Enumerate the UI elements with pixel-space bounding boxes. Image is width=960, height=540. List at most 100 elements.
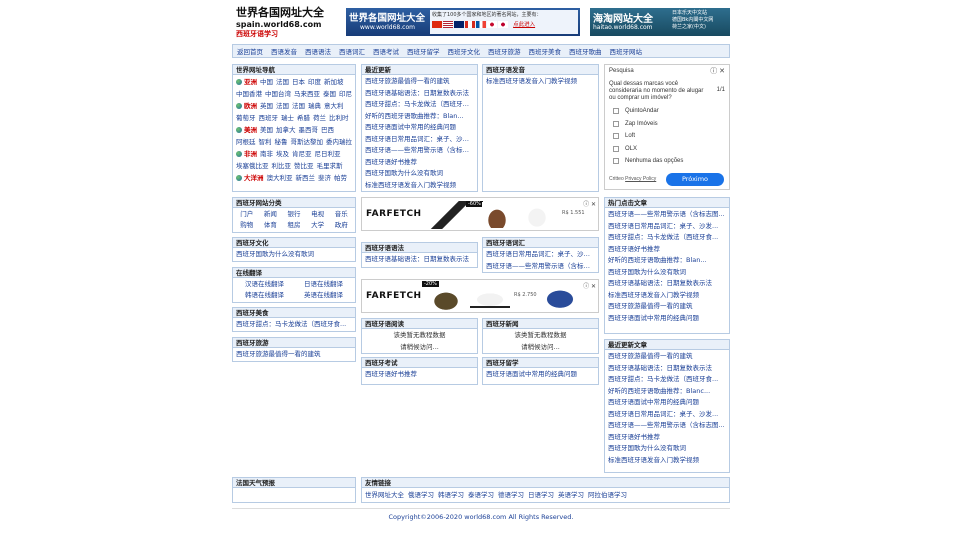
food-link[interactable]: 西班牙甜点：马卡龙做法（西班牙食... xyxy=(236,319,352,331)
translate-chinese[interactable]: 汉语在线翻译 xyxy=(235,279,294,290)
region-name[interactable]: 美洲 xyxy=(244,124,257,136)
category-rental[interactable]: 租房 xyxy=(282,220,306,231)
nav-item-websites[interactable]: 西班牙网站 xyxy=(606,46,647,56)
hot-article-link[interactable]: 西班牙甜点：马卡龙做法（西班牙食... xyxy=(608,232,726,244)
category-bank[interactable]: 银行 xyxy=(282,209,306,220)
nav-item-home[interactable]: 返回首页 xyxy=(233,46,267,56)
country-link[interactable]: 美国 xyxy=(260,124,273,136)
hot-article-link[interactable]: 好听的西班牙语歌曲推荐：Blan... xyxy=(608,255,726,267)
country-link[interactable]: 中国台湾 xyxy=(265,88,291,100)
country-link[interactable]: 帕劳 xyxy=(334,172,347,184)
recent-article-link[interactable]: 西班牙语好书推荐 xyxy=(608,432,726,444)
category-news[interactable]: 新闻 xyxy=(259,209,283,220)
friend-link[interactable]: 韩语学习 xyxy=(438,489,464,499)
world68-banner[interactable]: 世界各国网址大全 www.world68.com 收集了100多个国家和地区的著… xyxy=(346,8,580,36)
pronunciation-link[interactable]: 标准西班牙语发音入门教学视频 xyxy=(486,76,595,88)
hot-article-link[interactable]: 西班牙语好书推荐 xyxy=(608,244,726,256)
country-link[interactable]: 墨西哥 xyxy=(299,124,319,136)
country-link[interactable]: 比利时 xyxy=(329,112,349,124)
recent-article-link[interactable]: 西班牙语面试中常用的经典问题 xyxy=(608,397,726,409)
latest-article-link[interactable]: 西班牙语——些常用警示语（含标志图... xyxy=(365,145,474,157)
hot-article-link[interactable]: 西班牙旅游最值得一看的建筑 xyxy=(608,301,726,313)
survey-option-quintoandar[interactable]: QuintoAndar xyxy=(605,105,729,118)
survey-option-olx[interactable]: OLX xyxy=(605,143,729,156)
country-link[interactable]: 泰国 xyxy=(323,88,336,100)
country-link[interactable]: 埃及 xyxy=(276,148,289,160)
category-sports[interactable]: 体育 xyxy=(259,220,283,231)
latest-article-link[interactable]: 西班牙语好书推荐 xyxy=(365,157,474,169)
country-link[interactable]: 尼日利亚 xyxy=(315,148,341,160)
nav-item-grammar[interactable]: 西语语法 xyxy=(301,46,335,56)
country-link[interactable]: 法国 xyxy=(276,100,289,112)
country-link[interactable]: 智利 xyxy=(259,136,272,148)
country-link[interactable]: 印尼 xyxy=(339,88,352,100)
study-link[interactable]: 西班牙语面试中常用的经典问题 xyxy=(486,369,595,381)
banner1-link[interactable]: 点此进入 xyxy=(513,22,535,28)
culture-link[interactable]: 西班牙国歌为什么没有歌词 xyxy=(236,249,352,261)
exam-link[interactable]: 西班牙语好书推荐 xyxy=(365,369,474,381)
nav-item-study-abroad[interactable]: 西班牙留学 xyxy=(403,46,444,56)
country-link[interactable]: 荷兰 xyxy=(313,112,326,124)
translate-korean[interactable]: 韩语在线翻译 xyxy=(235,290,294,301)
checkbox-icon[interactable] xyxy=(613,158,619,165)
ad-close-icon[interactable]: ⓘ ✕ xyxy=(583,199,596,208)
nav-item-pronunciation[interactable]: 西语发音 xyxy=(267,46,301,56)
country-link[interactable]: 日本 xyxy=(292,76,305,88)
country-link[interactable]: 葡萄牙 xyxy=(236,112,256,124)
translate-japanese[interactable]: 日语在线翻译 xyxy=(294,279,353,290)
friend-link[interactable]: 阿拉伯语学习 xyxy=(588,489,627,499)
recent-article-link[interactable]: 西班牙旅游最值得一看的建筑 xyxy=(608,351,726,363)
category-tv[interactable]: 电视 xyxy=(306,209,330,220)
category-university[interactable]: 大学 xyxy=(306,220,330,231)
latest-article-link[interactable]: 好听的西班牙语歌曲推荐：Blan... xyxy=(365,111,474,123)
country-link[interactable]: 中国香港 xyxy=(236,88,262,100)
recent-article-link[interactable]: 西班牙国歌为什么没有歌词 xyxy=(608,443,726,455)
survey-next-button[interactable]: Próximo xyxy=(666,173,724,186)
nav-item-culture[interactable]: 西班牙文化 xyxy=(444,46,485,56)
friend-link[interactable]: 英语学习 xyxy=(558,489,584,499)
region-name[interactable]: 非洲 xyxy=(244,148,257,160)
country-link[interactable]: 瑞士 xyxy=(281,112,294,124)
category-shopping[interactable]: 购物 xyxy=(235,220,259,231)
friend-link[interactable]: 俄语学习 xyxy=(408,489,434,499)
nav-item-food[interactable]: 西班牙美食 xyxy=(525,46,566,56)
country-link[interactable]: 意大利 xyxy=(324,100,344,112)
country-link[interactable]: 法国 xyxy=(292,100,305,112)
recent-article-link[interactable]: 好听的西班牙语歌曲推荐：Blanc... xyxy=(608,386,726,398)
latest-article-link[interactable]: 西班牙国歌为什么没有歌词 xyxy=(365,168,474,180)
country-link[interactable]: 肯尼亚 xyxy=(292,148,312,160)
latest-article-link[interactable]: 西班牙甜点：马卡龙做法（西班牙食... xyxy=(365,99,474,111)
latest-article-link[interactable]: 西班牙旅游最值得一看的建筑 xyxy=(365,76,474,88)
region-name[interactable]: 欧洲 xyxy=(244,100,257,112)
hot-article-link[interactable]: 西班牙语基础语法：日期复数表示法 xyxy=(608,278,726,290)
checkbox-icon[interactable] xyxy=(613,133,619,140)
haitao-banner[interactable]: 海淘网站大全 haitao.world68.com 日本乐天中文站 德国Bk内閣… xyxy=(590,8,730,36)
country-link[interactable]: 英国 xyxy=(260,100,273,112)
recent-article-link[interactable]: 西班牙语日常用品词汇：桌子、沙发... xyxy=(608,409,726,421)
recent-article-link[interactable]: 西班牙甜点：马卡龙做法（西班牙食... xyxy=(608,374,726,386)
friend-link[interactable]: 泰语学习 xyxy=(468,489,494,499)
privacy-policy-link[interactable]: Privacy Policy xyxy=(625,176,656,182)
country-link[interactable]: 利比亚 xyxy=(272,160,292,172)
region-name[interactable]: 大洋洲 xyxy=(244,172,264,184)
country-link[interactable]: 新西兰 xyxy=(296,172,316,184)
latest-article-link[interactable]: 西班牙语基础语法：日期复数表示法 xyxy=(365,88,474,100)
country-link[interactable]: 加拿大 xyxy=(276,124,296,136)
country-link[interactable]: 赞比亚 xyxy=(294,160,314,172)
survey-close-icon[interactable]: ⓘ ✕ xyxy=(710,66,725,76)
recent-article-link[interactable]: 西班牙语——些常用警示语（含标志图... xyxy=(608,420,726,432)
category-portal[interactable]: 门户 xyxy=(235,209,259,220)
survey-option-loft[interactable]: Loft xyxy=(605,130,729,143)
survey-option-none[interactable]: Nenhuma das opções xyxy=(605,155,729,168)
travel-link[interactable]: 西班牙旅游最值得一看的建筑 xyxy=(236,349,352,361)
country-link[interactable]: 阿根廷 xyxy=(236,136,256,148)
hot-article-link[interactable]: 西班牙国歌为什么没有歌词 xyxy=(608,267,726,279)
country-link[interactable]: 马来西亚 xyxy=(294,88,320,100)
vocab-link-1[interactable]: 西班牙语日常用品词汇：桌子、沙发... xyxy=(486,249,595,261)
nav-item-travel[interactable]: 西班牙旅游 xyxy=(484,46,525,56)
friend-link[interactable]: 世界网址大全 xyxy=(365,489,404,499)
checkbox-icon[interactable] xyxy=(613,145,619,152)
country-link[interactable]: 法国 xyxy=(276,76,289,88)
country-link[interactable]: 毛里求斯 xyxy=(317,160,343,172)
country-link[interactable]: 委内瑞拉 xyxy=(326,136,352,148)
